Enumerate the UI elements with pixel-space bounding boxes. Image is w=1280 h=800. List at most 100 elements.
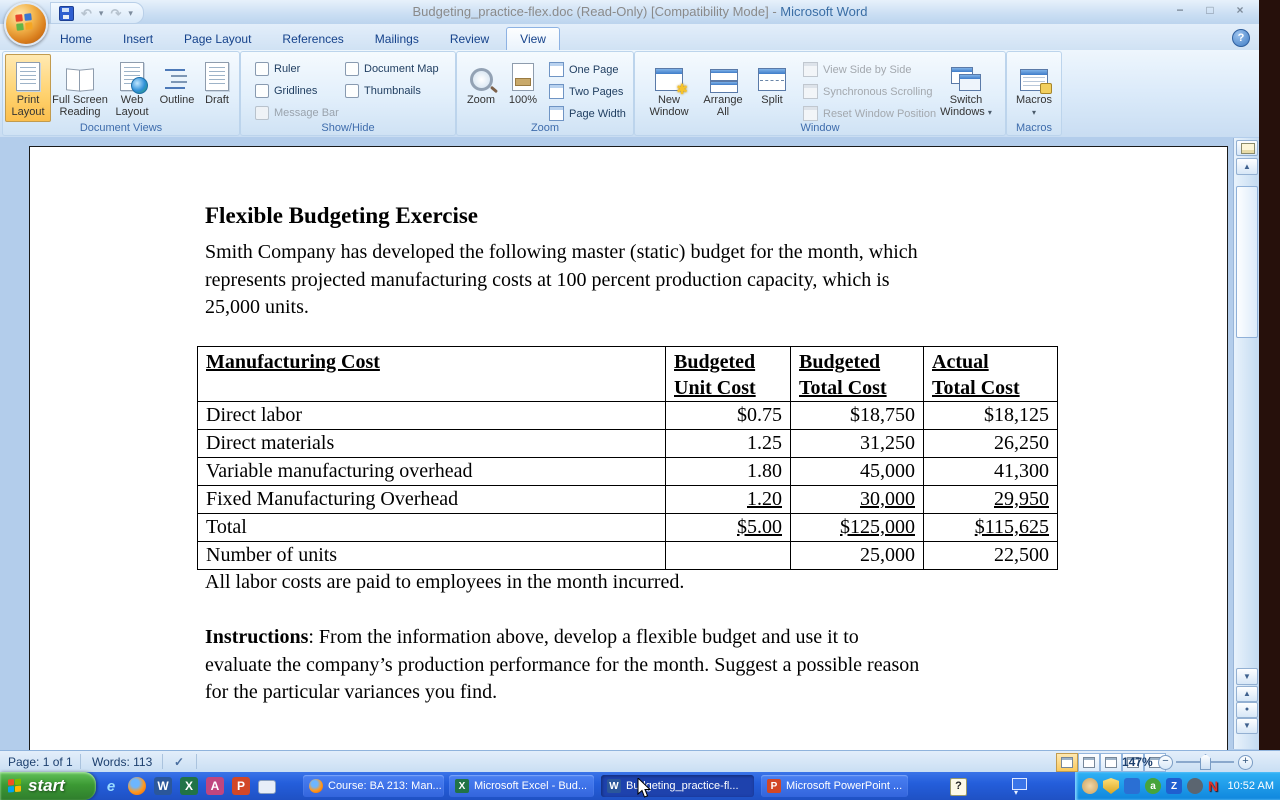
scrollbar-thumb[interactable] [1236, 186, 1258, 338]
browse-previous-button[interactable]: ▲ [1236, 686, 1258, 702]
tab-page-layout[interactable]: Page Layout [170, 27, 265, 50]
full-screen-reading-icon [66, 69, 94, 91]
word-quicklaunch-icon[interactable]: W [154, 777, 172, 795]
one-page-icon [549, 62, 564, 77]
messenger-tray-icon[interactable] [1082, 778, 1098, 794]
internet-explorer-icon[interactable]: e [102, 777, 120, 795]
ruler-icon [1241, 143, 1255, 154]
checkbox-icon [345, 84, 359, 98]
gridlines-checkbox[interactable]: Gridlines [255, 84, 317, 98]
message-bar-checkbox: Message Bar [255, 106, 339, 120]
web-layout-view-button[interactable] [1100, 753, 1122, 772]
thumbnails-checkbox[interactable]: Thumbnails [345, 84, 421, 98]
select-browse-object-button[interactable]: ● [1236, 702, 1258, 718]
access-quicklaunch-icon[interactable]: A [206, 777, 224, 795]
window-title: Budgeting_practice-flex.doc (Read-Only) … [0, 4, 1280, 19]
two-pages-button[interactable]: Two Pages [549, 84, 623, 99]
full-screen-reading-button[interactable]: Full Screen Reading [51, 55, 109, 119]
help-icon[interactable]: ? [1232, 29, 1250, 47]
antivirus-tray-icon[interactable]: a [1145, 778, 1161, 794]
print-layout-view-button[interactable] [1056, 753, 1078, 772]
ruler-toggle-button[interactable] [1236, 140, 1258, 156]
task-firefox-course[interactable]: Course: BA 213: Man... [303, 775, 444, 797]
document-page[interactable]: Flexible Budgeting Exercise Smith Compan… [29, 146, 1228, 750]
full-screen-view-button[interactable] [1078, 753, 1100, 772]
group-label-document-views: Document Views [3, 122, 239, 134]
word-count[interactable]: Words: 113 [92, 755, 152, 769]
zoom-in-button[interactable]: + [1238, 755, 1253, 770]
scroll-up-button[interactable]: ▲ [1236, 158, 1258, 175]
excel-quicklaunch-icon[interactable]: X [180, 777, 198, 795]
help-tray-icon[interactable]: ? [950, 778, 967, 796]
document-map-checkbox[interactable]: Document Map [345, 62, 439, 76]
title-bar: ↶ ▾ ↷ ▾ Budgeting_practice-flex.doc (Rea… [0, 0, 1280, 25]
macros-button[interactable]: Macros ▾ [1013, 55, 1055, 119]
volume-tray-icon[interactable] [1187, 778, 1203, 794]
switch-windows-button[interactable]: Switch Windows ▾ [935, 55, 997, 119]
scroll-down-button[interactable]: ▼ [1236, 668, 1258, 685]
arrange-all-button[interactable]: Arrange All [697, 55, 749, 119]
split-button[interactable]: Split [751, 55, 793, 119]
print-layout-icon [16, 62, 40, 91]
print-layout-button[interactable]: Print Layout [5, 54, 51, 122]
powerpoint-quicklaunch-icon[interactable]: P [232, 777, 250, 795]
group-label-show-hide: Show/Hide [241, 122, 455, 134]
tab-view[interactable]: View [506, 27, 560, 50]
zoom-slider-thumb[interactable] [1200, 754, 1211, 770]
page-indicator[interactable]: Page: 1 of 1 [8, 755, 73, 769]
table-cell: ActualTotal Cost [924, 347, 1058, 402]
tray-chevron-icon[interactable]: ▾ [1014, 788, 1018, 797]
tab-insert[interactable]: Insert [109, 27, 167, 50]
web-layout-button[interactable]: Web Layout [111, 55, 153, 119]
z-tray-icon[interactable]: Z [1166, 778, 1182, 794]
minimize-button[interactable]: − [1168, 3, 1192, 19]
show-desktop-icon[interactable] [258, 780, 276, 794]
tab-mailings[interactable]: Mailings [361, 27, 433, 50]
group-show-hide: Ruler Gridlines Message Bar Document Map… [240, 51, 456, 136]
clock[interactable]: 10:52 AM [1228, 780, 1274, 792]
group-macros: Macros ▾ Macros [1006, 51, 1062, 136]
table-cell: 1.20 [666, 486, 791, 514]
tools-tray-icon[interactable] [1124, 778, 1140, 794]
word-icon: W [607, 779, 621, 793]
task-word-active[interactable]: W Budgeting_practice-fl... [601, 775, 754, 797]
table-cell: Number of units [198, 542, 666, 570]
tab-review[interactable]: Review [436, 27, 503, 50]
tab-references[interactable]: References [268, 27, 357, 50]
table-cell: 26,250 [924, 430, 1058, 458]
zoom-out-button[interactable]: − [1158, 755, 1173, 770]
shield-tray-icon[interactable] [1103, 778, 1119, 794]
zoom-button[interactable]: Zoom [461, 55, 501, 119]
page-width-button[interactable]: Page Width [549, 106, 626, 121]
norton-tray-icon[interactable]: N [1205, 778, 1221, 794]
one-page-button[interactable]: One Page [549, 62, 619, 77]
task-excel[interactable]: X Microsoft Excel - Bud... [449, 775, 594, 797]
split-icon [758, 68, 786, 91]
office-button[interactable] [4, 2, 48, 46]
draft-button[interactable]: Draft [199, 55, 235, 119]
vertical-scrollbar[interactable]: ▲ ▼ ▲ ● ▼ [1233, 138, 1259, 749]
table-row: Fixed Manufacturing Overhead 1.20 30,000… [198, 486, 1058, 514]
group-label-zoom: Zoom [457, 122, 633, 134]
table-cell: 41,300 [924, 458, 1058, 486]
ribbon-view-tab: Print Layout Full Screen Reading Web Lay… [0, 50, 1280, 138]
outline-button[interactable]: Outline [155, 55, 199, 119]
zoom-level[interactable]: 147% [1122, 755, 1153, 769]
close-button[interactable]: × [1228, 3, 1252, 19]
restore-button[interactable]: □ [1198, 3, 1222, 19]
checkbox-icon [255, 106, 269, 120]
zoom-100-button[interactable]: 100% [503, 55, 543, 119]
page-width-icon [549, 106, 564, 121]
task-powerpoint[interactable]: P Microsoft PowerPoint ... [761, 775, 908, 797]
start-button[interactable]: start [0, 772, 96, 800]
firefox-icon[interactable] [128, 777, 146, 795]
new-window-button[interactable]: ✱ New Window [643, 55, 695, 119]
firefox-icon [309, 779, 323, 793]
table-cell: Direct labor [198, 402, 666, 430]
browse-next-button[interactable]: ▼ [1236, 718, 1258, 734]
ruler-checkbox[interactable]: Ruler [255, 62, 300, 76]
view-side-by-side-button: View Side by Side [803, 62, 911, 77]
tab-home[interactable]: Home [46, 27, 106, 50]
intro-paragraph: Smith Company has developed the followin… [205, 239, 918, 322]
proofing-status-icon[interactable]: ✓ [174, 755, 184, 769]
